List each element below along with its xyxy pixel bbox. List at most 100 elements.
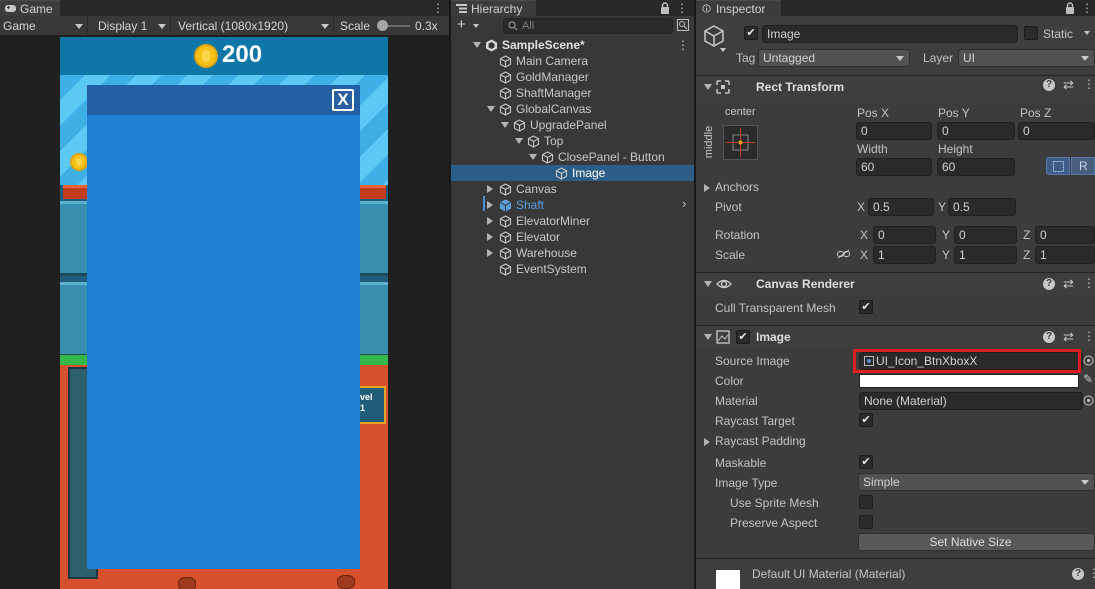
help-icon[interactable]: ?	[1043, 278, 1055, 290]
inspector-menu-icon[interactable]: ⋮	[1081, 1, 1093, 15]
hierarchy-row[interactable]: ClosePanel - Button	[451, 149, 694, 165]
chevron-right-icon[interactable]: ›	[682, 196, 686, 212]
hierarchy-menu-icon[interactable]: ⋮	[676, 1, 688, 15]
chevron-down-icon[interactable]	[529, 154, 537, 160]
tag-dropdown[interactable]: Untagged	[758, 49, 910, 67]
object-name-field[interactable]: Image	[762, 25, 1018, 43]
tab-hierarchy[interactable]: Hierarchy	[451, 0, 536, 16]
hierarchy-row[interactable]: GlobalCanvas	[451, 101, 694, 117]
component-menu-icon[interactable]: ⋮	[1083, 77, 1095, 91]
chevron-right-icon[interactable]	[487, 249, 493, 257]
height-field[interactable]: 60	[937, 158, 1015, 176]
rotation-x-field[interactable]: 0	[873, 226, 936, 244]
preset-sliders-icon[interactable]: ⇄	[1063, 329, 1074, 345]
chevron-right-icon[interactable]	[487, 217, 493, 225]
hierarchy-row[interactable]: Elevator	[451, 229, 694, 245]
hierarchy-row[interactable]: GoldManager	[451, 69, 694, 85]
tab-game[interactable]: Game	[0, 0, 60, 16]
set-native-size-button[interactable]: Set Native Size	[858, 533, 1095, 551]
maskable-checkbox[interactable]: ✔	[859, 455, 873, 469]
rect-transform-header[interactable]: Rect Transform ? ⇄ ⋮	[696, 75, 1095, 97]
pos-x-field[interactable]: 0	[856, 122, 932, 140]
tab-inspector[interactable]: Inspector	[696, 0, 781, 16]
chevron-right-icon[interactable]	[487, 233, 493, 241]
cull-transparent-mesh-checkbox[interactable]: ✔	[859, 300, 873, 314]
image-enabled-checkbox[interactable]: ✔	[736, 330, 750, 344]
eyedropper-icon[interactable]: ✎	[1083, 372, 1093, 386]
pos-z-field[interactable]: 0	[1018, 122, 1095, 140]
chevron-down-icon[interactable]	[1084, 31, 1090, 35]
component-menu-icon[interactable]: ⋮	[1088, 566, 1095, 580]
scene-visibility-icon[interactable]	[677, 19, 689, 31]
preset-sliders-icon[interactable]: ⇄	[1063, 77, 1074, 93]
image-type-dropdown[interactable]: Simple	[858, 473, 1095, 491]
chevron-right-icon[interactable]	[704, 184, 710, 192]
preserve-aspect-checkbox[interactable]	[859, 515, 873, 529]
chevron-right-icon[interactable]	[487, 185, 493, 193]
hierarchy-row[interactable]: ShaftManager	[451, 85, 694, 101]
preset-sliders-icon[interactable]: ⇄	[1063, 276, 1074, 292]
constrain-proportions-icon[interactable]	[837, 249, 850, 259]
use-sprite-mesh-checkbox[interactable]	[859, 495, 873, 509]
game-menu-icon[interactable]: ⋮	[432, 1, 444, 15]
pivot-y-field[interactable]: 0.5	[948, 198, 1016, 216]
pos-y-field[interactable]: 0	[937, 122, 1015, 140]
hierarchy-row[interactable]: SampleScene*	[451, 37, 694, 53]
width-field[interactable]: 60	[856, 158, 932, 176]
scale-z-field[interactable]: 1	[1035, 246, 1095, 264]
scale-slider-handle[interactable]	[377, 20, 388, 31]
chevron-down-icon[interactable]	[515, 138, 523, 144]
hierarchy-search-input[interactable]: All	[503, 18, 673, 34]
resolution-dropdown[interactable]: Vertical (1080x1920)	[174, 16, 334, 36]
image-component-header[interactable]: ✔ Image ? ⇄ ⋮	[696, 325, 1095, 347]
chevron-right-icon[interactable]	[487, 201, 493, 209]
material-field[interactable]: None (Material)	[859, 392, 1083, 410]
static-checkbox[interactable]	[1024, 26, 1038, 40]
hierarchy-row[interactable]: EventSystem	[451, 261, 694, 277]
anchors-label[interactable]: Anchors	[715, 180, 759, 194]
hierarchy-row[interactable]: Canvas	[451, 181, 694, 197]
rotation-z-field[interactable]: 0	[1035, 226, 1095, 244]
pivot-x-field[interactable]: 0.5	[868, 198, 934, 216]
component-menu-icon[interactable]: ⋮	[1083, 329, 1095, 343]
anchor-presets-button[interactable]	[723, 125, 758, 160]
level-badge[interactable]: vel 1	[358, 386, 386, 424]
hierarchy-row[interactable]: Warehouse	[451, 245, 694, 261]
rotation-y-field[interactable]: 0	[954, 226, 1017, 244]
canvas-renderer-header[interactable]: Canvas Renderer ? ⇄ ⋮	[696, 272, 1095, 294]
help-icon[interactable]: ?	[1043, 79, 1055, 91]
chevron-down-icon[interactable]	[501, 122, 509, 128]
game-mode-dropdown[interactable]: Game	[0, 16, 88, 36]
blueprint-mode-button[interactable]	[1046, 157, 1070, 175]
object-picker-icon[interactable]	[1083, 355, 1094, 366]
hierarchy-row[interactable]: Image	[451, 165, 694, 181]
close-panel-button[interactable]: X	[332, 89, 354, 111]
hierarchy-row[interactable]: UpgradePanel	[451, 117, 694, 133]
help-icon[interactable]: ?	[1072, 568, 1084, 580]
add-object-button[interactable]: +	[457, 16, 466, 33]
raycast-padding-label[interactable]: Raycast Padding	[715, 434, 806, 448]
raw-edit-button[interactable]: R	[1071, 157, 1095, 175]
lock-icon[interactable]	[1065, 2, 1075, 14]
material-preview-header[interactable]: Default UI Material (Material) ? ⋮	[696, 558, 1095, 589]
hierarchy-row[interactable]: Shaft	[451, 197, 694, 213]
component-menu-icon[interactable]: ⋮	[1083, 276, 1095, 290]
scene-menu-icon[interactable]: ⋮	[677, 37, 689, 53]
scale-x-field[interactable]: 1	[873, 246, 936, 264]
display-dropdown[interactable]: Display 1	[93, 16, 171, 36]
chevron-right-icon[interactable]	[704, 438, 710, 446]
chevron-down-icon[interactable]	[487, 106, 495, 112]
hierarchy-row[interactable]: ElevatorMiner	[451, 213, 694, 229]
object-picker-icon[interactable]	[1083, 395, 1094, 406]
color-swatch[interactable]	[859, 374, 1079, 388]
active-checkbox[interactable]: ✔	[744, 26, 758, 40]
raycast-target-checkbox[interactable]: ✔	[859, 413, 873, 427]
layer-dropdown[interactable]: UI	[958, 49, 1095, 67]
hierarchy-row[interactable]: Top	[451, 133, 694, 149]
chevron-down-icon[interactable]	[473, 42, 481, 48]
hierarchy-row[interactable]: Main Camera	[451, 53, 694, 69]
game-view[interactable]: 200 vel 1 X	[60, 37, 388, 589]
help-icon[interactable]: ?	[1043, 331, 1055, 343]
scale-y-field[interactable]: 1	[954, 246, 1017, 264]
lock-icon[interactable]	[660, 2, 670, 14]
